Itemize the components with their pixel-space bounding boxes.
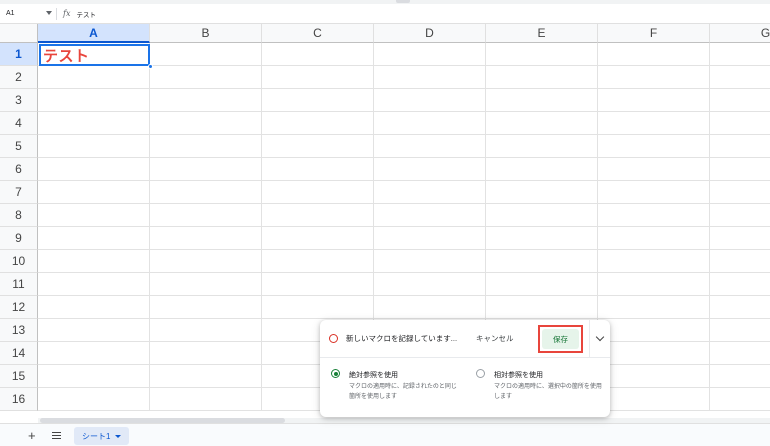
grid-line: [38, 226, 770, 227]
column-header-a[interactable]: A: [38, 24, 150, 43]
cell-a1-value: テスト: [43, 46, 90, 65]
row-header-16[interactable]: 16: [0, 388, 38, 411]
row-header-10[interactable]: 10: [0, 250, 38, 273]
grid-line: [149, 43, 150, 411]
grid-line: [38, 88, 770, 89]
grid-line: [38, 134, 770, 135]
fill-handle[interactable]: [148, 64, 153, 69]
sheet-tab-label: シート1: [82, 431, 111, 441]
grid-line: [38, 249, 770, 250]
column-header-c[interactable]: C: [262, 24, 374, 43]
row-header-13[interactable]: 13: [0, 319, 38, 342]
column-header-d[interactable]: D: [374, 24, 486, 43]
chevron-down-icon[interactable]: [115, 434, 122, 438]
sheet-tab-active[interactable]: シート1: [74, 427, 130, 445]
column-header-f[interactable]: F: [598, 24, 710, 43]
add-sheet-button[interactable]: +: [28, 428, 36, 443]
name-box[interactable]: A1: [0, 4, 56, 24]
row-header-5[interactable]: 5: [0, 135, 38, 158]
column-header-e[interactable]: E: [486, 24, 598, 43]
name-box-value: A1: [6, 10, 15, 17]
grid-line: [709, 43, 710, 411]
row-header-7[interactable]: 7: [0, 181, 38, 204]
row-header-14[interactable]: 14: [0, 342, 38, 365]
grid-line: [38, 295, 770, 296]
chevron-down-icon[interactable]: [595, 332, 605, 342]
formula-input[interactable]: テスト: [76, 9, 96, 19]
row-header-2[interactable]: 2: [0, 66, 38, 89]
chevron-down-icon[interactable]: [46, 10, 52, 15]
formula-bar-divider: [56, 7, 57, 20]
grid-line: [38, 180, 770, 181]
row-header-8[interactable]: 8: [0, 204, 38, 227]
row-header-1[interactable]: 1: [0, 43, 38, 66]
row-header-12[interactable]: 12: [0, 296, 38, 319]
option-description: マクロの適用時に、選択中の箇所を使用します: [494, 384, 602, 400]
row-header-9[interactable]: 9: [0, 227, 38, 250]
select-all-corner[interactable]: [0, 24, 38, 43]
macro-recording-panel: 新しいマクロを記録しています... キャンセル 保存 絶対参照を使用 マクロの適…: [320, 320, 610, 417]
row-header-4[interactable]: 4: [0, 112, 38, 135]
row-header-15[interactable]: 15: [0, 365, 38, 388]
divider: [589, 320, 590, 358]
sheet-tabs-bar: + シート1: [0, 423, 770, 446]
grid-line: [38, 111, 770, 112]
column-header-g[interactable]: G: [710, 24, 770, 43]
row-header-11[interactable]: 11: [0, 273, 38, 296]
grid-line: [38, 272, 770, 273]
fx-icon: fx: [63, 9, 71, 18]
radio-relative[interactable]: [476, 369, 485, 378]
row-header-6[interactable]: 6: [0, 158, 38, 181]
record-icon: [329, 334, 338, 343]
grid-line: [261, 43, 262, 411]
option-title: 相対参照を使用: [494, 372, 543, 379]
grid-line: [38, 318, 770, 319]
drag-handle[interactable]: [396, 0, 410, 3]
column-header-b[interactable]: B: [150, 24, 262, 43]
all-sheets-menu-icon[interactable]: [52, 432, 61, 441]
save-button[interactable]: 保存: [542, 329, 579, 349]
cancel-button[interactable]: キャンセル: [476, 333, 514, 344]
cell-a1[interactable]: テスト: [39, 44, 150, 66]
option-description: マクロの適用時に、記録されたのと同じ箇所を使用します: [349, 384, 457, 400]
macro-panel-header: 新しいマクロを記録しています... キャンセル 保存: [320, 320, 610, 358]
row-header-3[interactable]: 3: [0, 89, 38, 112]
formula-bar: A1 fx テスト: [0, 4, 770, 24]
radio-absolute[interactable]: [331, 369, 340, 378]
grid-line: [38, 203, 770, 204]
option-title: 絶対参照を使用: [349, 372, 398, 379]
recording-status: 新しいマクロを記録しています...: [346, 334, 458, 343]
grid-line: [38, 157, 770, 158]
